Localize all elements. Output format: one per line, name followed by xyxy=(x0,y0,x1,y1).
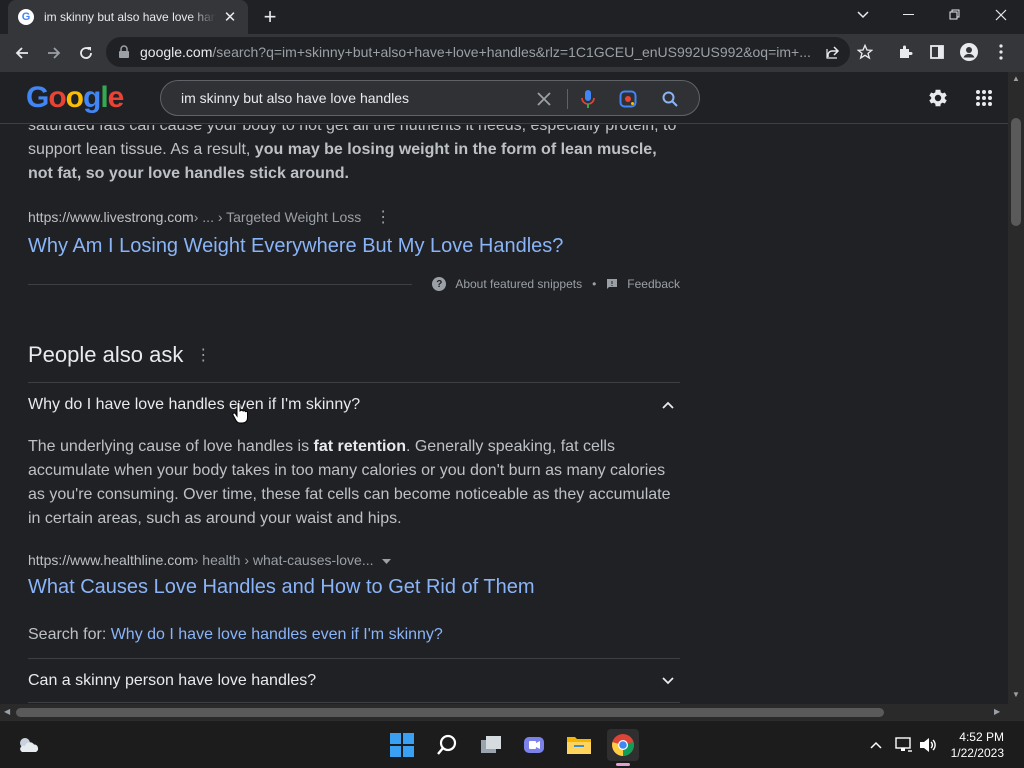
search-for-row: Search for: Why do I have love handles e… xyxy=(28,626,443,643)
system-clock[interactable]: 4:52 PM 1/22/2023 xyxy=(951,729,1004,761)
featured-snippet-text: saturated fats can cause your body to no… xyxy=(28,125,677,182)
chevron-down-icon xyxy=(662,672,674,690)
chevron-up-icon xyxy=(662,396,674,414)
share-icon[interactable] xyxy=(818,37,848,67)
bookmark-star-icon[interactable] xyxy=(850,37,880,67)
scroll-left-arrow-icon[interactable]: ◀ xyxy=(4,707,10,716)
paa-answer-cite[interactable]: https://www.healthline.com › health › wh… xyxy=(28,552,680,568)
paa-answer: The underlying cause of love handles is … xyxy=(28,438,671,527)
reload-icon[interactable] xyxy=(70,37,102,69)
search-for-link[interactable]: Why do I have love handles even if I'm s… xyxy=(111,626,443,643)
restore-button[interactable] xyxy=(932,0,978,30)
hand-cursor-icon xyxy=(232,401,248,429)
clock-time: 4:52 PM xyxy=(959,730,1004,744)
browser-toolbar: google.com/search?q=im+skinny+but+also+h… xyxy=(0,34,1024,72)
paa-answer-link[interactable]: What Causes Love Handles and How to Get … xyxy=(28,574,680,600)
lock-icon[interactable] xyxy=(118,45,132,59)
new-tab-button[interactable]: + xyxy=(258,4,282,29)
browser-tab[interactable]: G im skinny but also have love handles -… xyxy=(8,0,248,34)
show-hidden-icons-chevron-icon[interactable] xyxy=(866,735,886,755)
settings-gear-icon[interactable] xyxy=(924,84,952,112)
weather-widget-icon[interactable] xyxy=(12,729,44,761)
vertical-scrollbar[interactable]: ▲ ▼ xyxy=(1008,72,1024,704)
extensions-icon[interactable] xyxy=(890,37,920,67)
back-arrow-icon[interactable] xyxy=(6,37,38,69)
address-bar[interactable]: google.com/search?q=im+skinny+but+also+h… xyxy=(106,37,850,67)
vertical-scroll-thumb[interactable] xyxy=(1011,118,1021,226)
tab-title: im skinny but also have love handles - G… xyxy=(44,10,216,24)
result-options-icon[interactable]: ⋮ xyxy=(375,207,391,227)
search-input[interactable]: im skinny but also have love handles xyxy=(181,90,531,106)
active-app-indicator xyxy=(616,763,630,766)
scroll-up-arrow-icon[interactable]: ▲ xyxy=(1012,74,1020,83)
taskbar-search-icon[interactable] xyxy=(431,729,463,761)
scroll-corner xyxy=(1008,704,1024,720)
chrome-menu-icon[interactable] xyxy=(986,37,1016,67)
caret-down-icon[interactable] xyxy=(381,552,391,568)
about-featured-snippets-link[interactable]: ? About featured snippets xyxy=(432,277,582,291)
file-explorer-icon[interactable] xyxy=(563,729,595,761)
horizontal-scroll-thumb[interactable] xyxy=(16,708,884,717)
paa-question-expanded[interactable]: Why do I have love handles even if I'm s… xyxy=(28,382,680,426)
divider xyxy=(28,702,680,703)
clock-date: 1/22/2023 xyxy=(950,746,1004,760)
featured-snippet-cite[interactable]: https://www.livestrong.com › ... › Targe… xyxy=(28,207,680,227)
horizontal-scrollbar[interactable]: ◀ ▶ xyxy=(0,704,1008,720)
minimize-button[interactable] xyxy=(886,0,932,30)
forward-arrow-icon[interactable] xyxy=(38,37,70,69)
help-icon: ? xyxy=(432,277,447,291)
microphone-icon[interactable] xyxy=(577,88,599,110)
tab-search-icon[interactable] xyxy=(840,0,886,30)
google-favicon-icon: G xyxy=(18,9,34,25)
windows-taskbar: 4:52 PM 1/22/2023 xyxy=(0,720,1024,768)
search-icon[interactable] xyxy=(659,88,681,110)
close-tab-icon[interactable]: ✕ xyxy=(222,9,238,26)
search-divider xyxy=(567,89,568,109)
tab-strip: G im skinny but also have love handles -… xyxy=(0,0,1024,34)
profile-icon[interactable] xyxy=(954,37,984,67)
search-box[interactable]: im skinny but also have love handles xyxy=(160,80,700,116)
side-panel-icon[interactable] xyxy=(922,37,952,67)
scroll-down-arrow-icon[interactable]: ▼ xyxy=(1012,690,1020,699)
results-column: saturated fats can cause your body to no… xyxy=(28,125,680,703)
feedback-icon xyxy=(607,279,618,289)
divider xyxy=(28,284,412,285)
chrome-taskbar-icon[interactable] xyxy=(607,729,639,766)
close-window-button[interactable] xyxy=(978,0,1024,30)
network-icon[interactable] xyxy=(894,735,914,755)
feedback-link[interactable]: Feedback xyxy=(606,277,680,291)
google-doodle-logo[interactable]: Google xyxy=(26,81,124,115)
paa-options-icon[interactable]: ⋮ xyxy=(195,345,211,365)
google-lens-icon[interactable] xyxy=(617,88,639,110)
volume-icon[interactable] xyxy=(918,735,938,755)
url-text: google.com/search?q=im+skinny+but+also+h… xyxy=(140,44,811,60)
windows-start-icon[interactable] xyxy=(386,729,418,761)
featured-snippet-footer: ? About featured snippets • Feedback xyxy=(28,272,680,296)
scroll-right-arrow-icon[interactable]: ▶ xyxy=(994,707,1000,716)
search-results: saturated fats can cause your body to no… xyxy=(0,125,1008,705)
featured-snippet-link[interactable]: Why Am I Losing Weight Everywhere But My… xyxy=(28,233,680,259)
people-also-ask-heading: People also ask ⋮ xyxy=(28,342,212,367)
apps-grid-icon[interactable] xyxy=(970,84,998,112)
task-view-icon[interactable] xyxy=(475,729,507,761)
teams-chat-icon[interactable] xyxy=(519,729,551,761)
clear-search-icon[interactable] xyxy=(533,88,555,110)
google-header: Google im skinny but also have love hand… xyxy=(0,72,1008,124)
paa-question-collapsed[interactable]: Can a skinny person have love handles? xyxy=(28,658,680,702)
